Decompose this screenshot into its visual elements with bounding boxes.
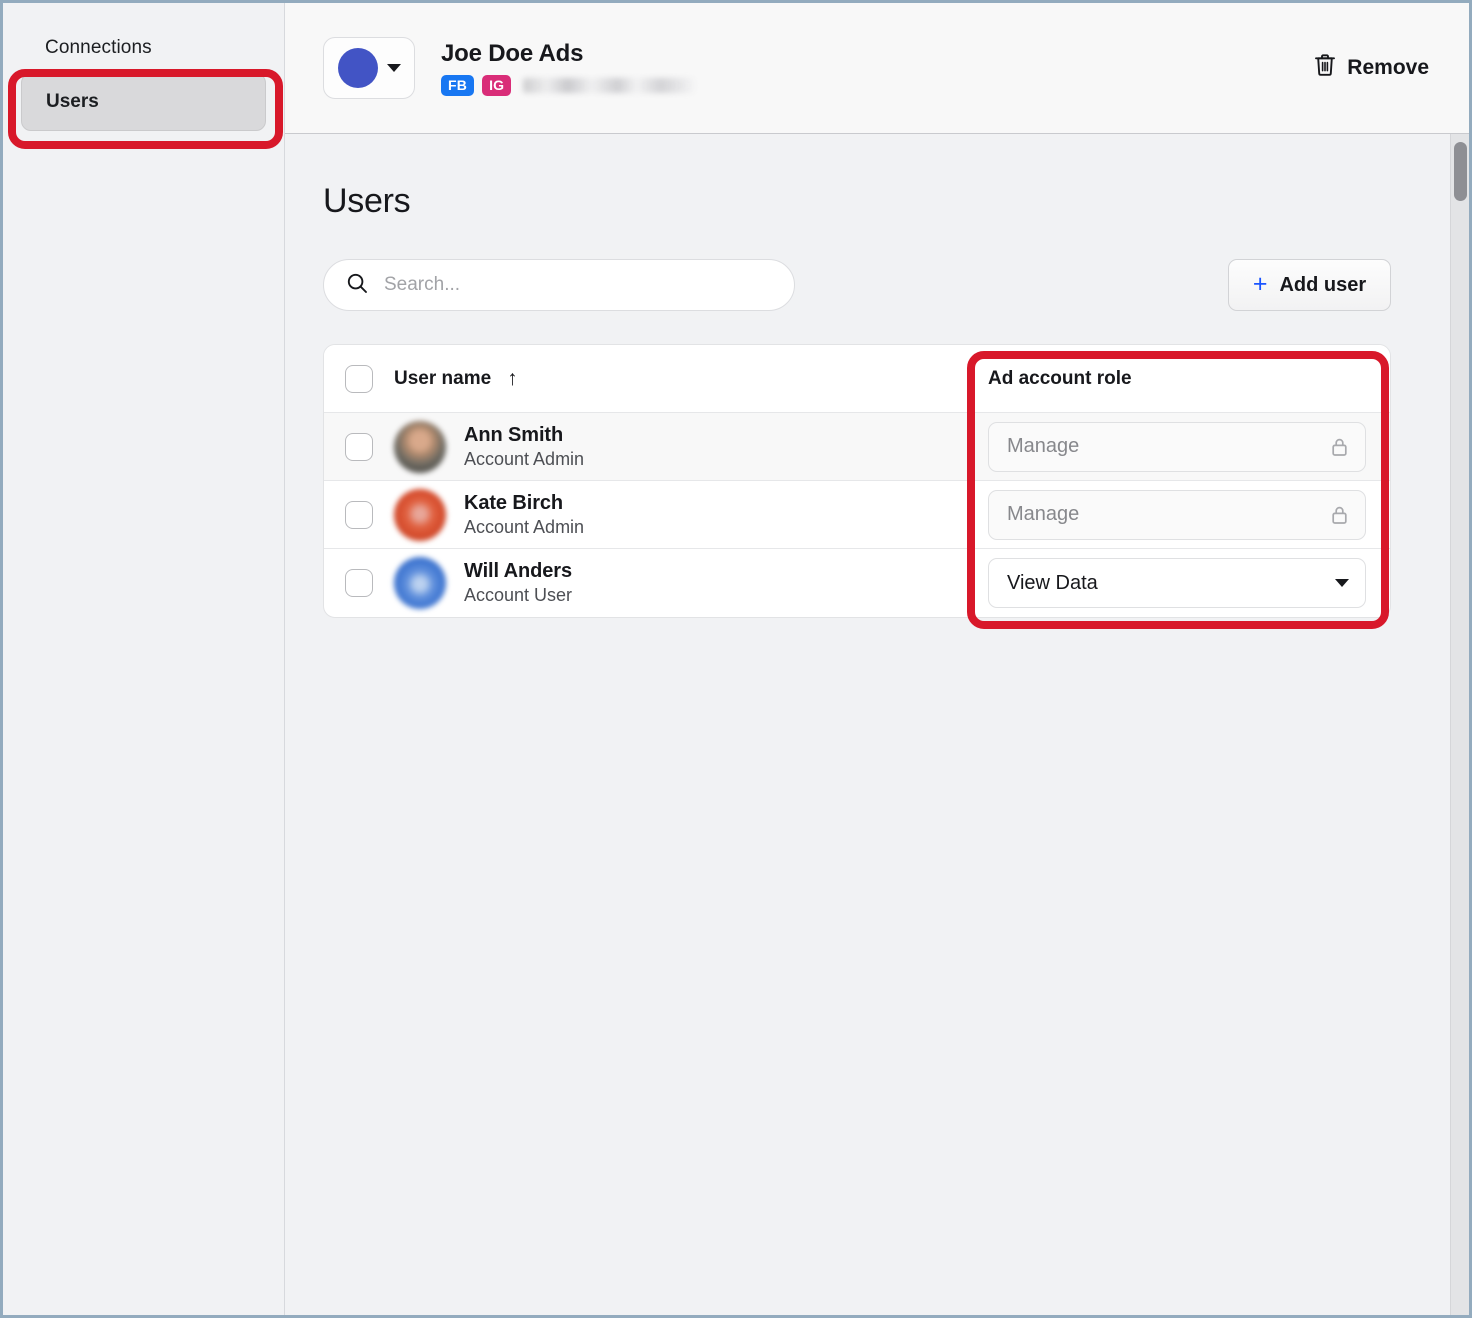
search-input[interactable] [382, 273, 774, 297]
page-title: Users [323, 182, 411, 220]
row-user-cell: Kate Birch Account Admin [394, 488, 970, 541]
app-window: Connections Users Joe Doe Ads FB IG Remo… [0, 0, 1472, 1318]
column-ad-account-role-label: Ad account role [988, 367, 1132, 389]
column-ad-account-role: Ad account role [970, 368, 1390, 390]
row-ad-account-role-cell: Manage [970, 489, 1390, 540]
row-user-cell: Will Anders Account User [394, 557, 970, 609]
add-user-button-label: Add user [1279, 273, 1367, 296]
account-email-redacted [523, 78, 696, 93]
chevron-down-icon [386, 64, 401, 72]
row-ad-account-role-cell: Manage [970, 421, 1390, 472]
sidebar-section-connections: Connections [45, 37, 152, 58]
ad-account-role-locked-field: Manage [988, 421, 1366, 472]
users-table: User name ↑ Ad account role Ann Smith Ac… [323, 344, 1391, 618]
remove-button-label: Remove [1347, 56, 1429, 79]
account-avatar-picker[interactable] [323, 37, 415, 99]
search-icon [346, 272, 368, 299]
account-header: Joe Doe Ads FB IG Remove [285, 3, 1469, 134]
ad-account-role-select[interactable]: View Data [988, 558, 1366, 608]
vertical-scrollbar-track[interactable] [1450, 134, 1469, 1315]
table-row: Will Anders Account User View Data [324, 549, 1390, 617]
table-row: Ann Smith Account Admin Manage [324, 413, 1390, 481]
sort-ascending-icon[interactable]: ↑ [507, 368, 518, 389]
main-panel: Joe Doe Ads FB IG Remove Users Search...… [285, 3, 1469, 1315]
table-row: Kate Birch Account Admin Manage [324, 481, 1390, 549]
search-box[interactable] [323, 259, 795, 311]
account-meta: Joe Doe Ads FB IG [441, 39, 696, 97]
avatar [337, 48, 378, 88]
select-all-checkbox[interactable] [345, 364, 373, 393]
lock-icon [1330, 436, 1349, 458]
lock-icon [1330, 504, 1349, 526]
trash-icon [1314, 53, 1336, 83]
row-user-cell: Ann Smith Account Admin [394, 420, 970, 473]
column-user-name-label: User name [394, 367, 492, 389]
row-user-name: Ann Smith [464, 423, 564, 446]
avatar-will-anders [394, 557, 446, 609]
account-name: Joe Doe Ads [441, 39, 584, 67]
content-scroll-area: Users + Add user [285, 134, 1469, 1315]
chevron-down-icon[interactable] [1335, 579, 1349, 587]
sidebar-item-users[interactable]: Users [21, 73, 266, 131]
plus-icon: + [1252, 269, 1268, 298]
row-user-name: Kate Birch [464, 491, 564, 514]
badge-facebook: FB [441, 74, 475, 97]
table-header-row: User name ↑ Ad account role [324, 345, 1390, 413]
avatar-ann-smith [394, 420, 446, 473]
row-ad-account-role-cell: View Data [970, 558, 1390, 608]
sidebar-item-label: Users [46, 91, 99, 112]
row-select-cell [324, 569, 394, 597]
badge-instagram: IG [482, 74, 512, 97]
vertical-scrollbar-thumb[interactable] [1454, 142, 1467, 201]
select-all-cell [324, 364, 394, 393]
remove-button[interactable]: Remove [1310, 47, 1433, 89]
add-user-button[interactable]: + Add user [1228, 259, 1391, 311]
row-select-cell [324, 432, 394, 461]
ad-account-role-value: View Data [1007, 571, 1098, 594]
column-user-name[interactable]: User name ↑ [394, 368, 970, 390]
row-user-role: Account Admin [464, 516, 585, 537]
row-user-name: Will Anders [464, 560, 572, 582]
ad-account-role-locked-field: Manage [988, 489, 1366, 540]
avatar-kate-birch [394, 488, 446, 541]
row-select-cell [324, 500, 394, 529]
sidebar: Connections Users [3, 3, 285, 1315]
content-inner: Users + Add user [285, 134, 1469, 618]
row-checkbox[interactable] [345, 500, 373, 529]
ad-account-role-value: Manage [1007, 435, 1080, 457]
row-user-role: Account Admin [464, 448, 585, 469]
row-checkbox[interactable] [345, 432, 373, 461]
row-checkbox[interactable] [345, 569, 373, 597]
users-toolbar: + Add user [323, 259, 1391, 311]
row-user-role: Account User [464, 585, 573, 605]
account-platform-badges: FB IG [441, 74, 696, 97]
ad-account-role-value: Manage [1007, 503, 1080, 525]
